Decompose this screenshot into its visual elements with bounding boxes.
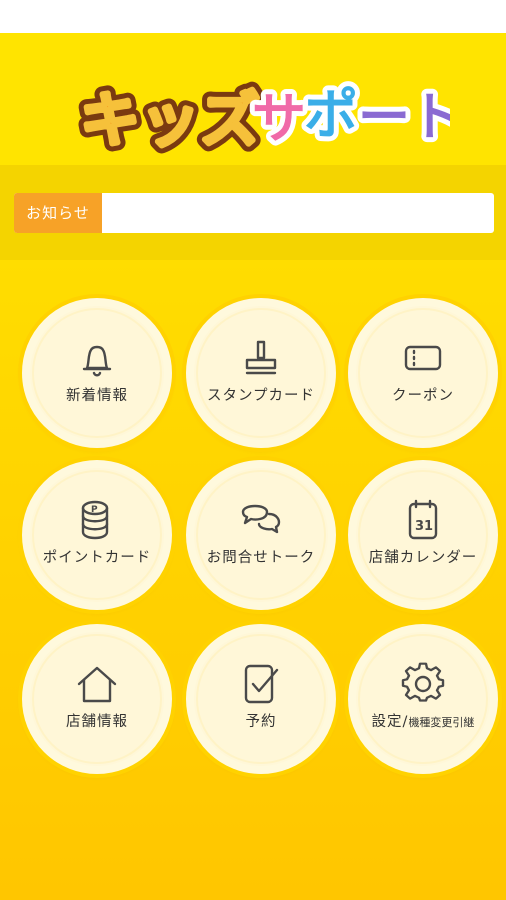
settings-sublabel: 機種変更引継 [408,716,475,729]
house-icon [77,666,117,703]
menu-item-calendar[interactable]: 31 店舗カレンダー [348,460,498,610]
bell-icon [82,345,112,377]
svg-text:P: P [91,505,98,515]
menu-item-stamp[interactable]: スタンプカード [186,298,336,448]
menu-item-label: 店舗カレンダー [368,550,478,566]
stamp-icon [245,340,277,375]
menu-item-label: 店舗情報 [66,714,128,730]
menu-item-store[interactable]: 店舗情報 [22,624,172,774]
gear-icon [401,662,445,702]
menu-item-label: ポイントカード [42,550,152,566]
menu-item-settings[interactable]: 設定/機種変更引継 [348,624,498,774]
ticket-icon [404,345,442,371]
menu-item-point[interactable]: P ポイントカード [22,460,172,610]
svg-text:31: 31 [415,519,433,534]
coins-icon: P [81,500,109,540]
menu-item-label: スタンプカード [206,388,316,404]
menu-item-reserve[interactable]: 予約 [186,624,336,774]
menu-grid: 新着情報 スタンプカード クーポン P ポイントカード お問合せトーク 31 店… [0,0,506,900]
calendar-icon: 31 [408,499,438,540]
menu-item-label: お問合せトーク [206,550,316,566]
menu-item-label: 新着情報 [66,388,128,404]
checklist-icon [244,664,279,704]
menu-item-label: 予約 [245,714,277,730]
menu-item-coupon[interactable]: クーポン [348,298,498,448]
menu-item-label: 設定/機種変更引継 [350,710,496,731]
chat-icon [241,504,281,534]
menu-item-label: クーポン [392,388,454,404]
menu-item-news[interactable]: 新着情報 [22,298,172,448]
menu-item-talk[interactable]: お問合せトーク [186,460,336,610]
settings-label: 設定/ [371,714,409,730]
